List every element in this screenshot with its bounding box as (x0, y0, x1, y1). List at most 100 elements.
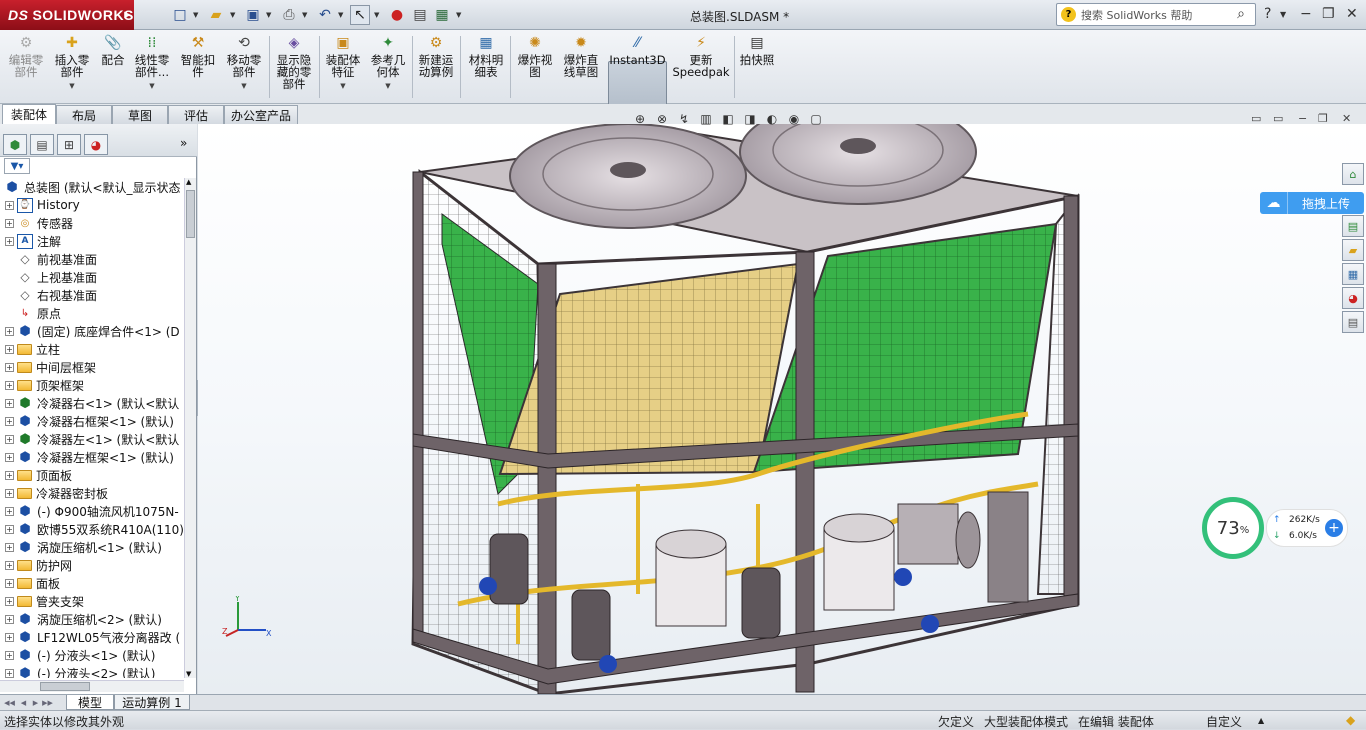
new-motion-study-button[interactable]: ⚙ 新建运 动算例 (414, 34, 458, 100)
tree-expand-icon[interactable]: + (5, 344, 14, 354)
open-folder-icon[interactable]: ▰ (206, 5, 226, 25)
tree-vertical-scrollbar[interactable]: ▲ ▼ (184, 178, 196, 678)
graphics-area[interactable] (198, 124, 1366, 694)
move-component-button[interactable]: ⟲ 移动零 部件 ▼ (222, 34, 266, 100)
undo-icon[interactable]: ↶ (315, 5, 335, 25)
tree-expand-icon[interactable]: + (5, 596, 14, 606)
solidworks-resources-icon[interactable]: ⌂ (1342, 163, 1364, 185)
previous-view-icon[interactable]: ↯ (676, 111, 692, 127)
tree-expand-icon[interactable]: + (5, 650, 14, 660)
tree-expand-icon[interactable]: + (5, 416, 14, 426)
exploded-view-button[interactable]: ✺ 爆炸视 图 (513, 34, 557, 100)
viewport-split-icon[interactable]: ▭ (1273, 112, 1283, 125)
tree-item[interactable]: + ⬢ 冷凝器左<1> (默认<默认 (0, 430, 184, 448)
update-speedpak-button[interactable]: ⚡ 更新 Speedpak (670, 34, 732, 100)
dropdown-arrow-icon[interactable]: ▼ (69, 80, 74, 92)
tree-item[interactable]: + ⬢ 冷凝器左框架<1> (默认) (0, 448, 184, 466)
tree-item[interactable]: + ◎ 传感器 (0, 214, 184, 232)
tree-expand-icon[interactable]: + (5, 398, 14, 408)
next-tab-icon[interactable]: ▶ (30, 696, 41, 709)
help-search-input[interactable]: ? 搜索 SolidWorks 帮助 ⌕ (1056, 3, 1256, 26)
tree-item[interactable]: + A 注解 (0, 232, 184, 250)
tab-model[interactable]: 模型 (66, 695, 114, 710)
tab-assembly[interactable]: 装配体 (2, 104, 56, 124)
help-dropdown-icon[interactable]: ▼ (1280, 10, 1286, 19)
tree-expand-icon[interactable]: + (5, 200, 14, 210)
tree-item[interactable]: + 面板 (0, 574, 184, 592)
tab-motion-study[interactable]: 运动算例 1 (114, 695, 190, 710)
tree-expand-icon[interactable]: + (5, 380, 14, 390)
rebuild-traffic-light-icon[interactable]: ● (387, 5, 407, 25)
tree-item[interactable]: ◇ 右视基准面 (0, 286, 184, 304)
tree-expand-icon[interactable]: + (5, 578, 14, 588)
first-tab-icon[interactable]: ◀◀ (4, 696, 15, 709)
tree-expand-icon[interactable]: + (5, 560, 14, 570)
design-library-icon[interactable]: ▤ (1342, 215, 1364, 237)
tab-evaluate[interactable]: 评估 (168, 105, 224, 124)
tree-item[interactable]: + ⬢ (-) 分液头<1> (默认) (0, 646, 184, 664)
tree-expand-icon[interactable]: + (5, 488, 14, 498)
network-speed-widget[interactable]: 73% ↑ 262K/s ↓ 6.0K/s + (1200, 495, 1352, 561)
display-manager-tab-icon[interactable]: ◕ (84, 134, 108, 155)
reference-geometry-button[interactable]: ✦ 参考几 何体 ▼ (366, 34, 410, 100)
select-pointer-icon[interactable]: ↖ (350, 5, 370, 25)
tree-root[interactable]: ⬢ 总装图 (默认<默认_显示状态 (0, 178, 184, 196)
tree-item[interactable]: + ⬢ 冷凝器右框架<1> (默认) (0, 412, 184, 430)
filter-icon[interactable]: ▼▾ (4, 158, 30, 174)
tab-sketch[interactable]: 草图 (112, 105, 168, 124)
tree-expand-icon[interactable]: + (5, 470, 14, 480)
solidworks-logo[interactable]: DS SOLIDWORKS ▶ (0, 0, 134, 30)
prev-tab-icon[interactable]: ◀ (18, 696, 29, 709)
custom-properties-icon[interactable]: ▤ (1342, 311, 1364, 333)
save-icon[interactable]: ▣ (243, 5, 263, 25)
zoom-area-icon[interactable]: ⊗ (654, 111, 670, 127)
assembly-feature-button[interactable]: ▣ 装配体 特征 ▼ (321, 34, 365, 100)
section-view-icon[interactable]: ▥ (698, 111, 714, 127)
tree-scroll-thumb[interactable] (186, 190, 195, 238)
new-dropdown-icon[interactable]: ▼ (193, 11, 198, 19)
tree-item[interactable]: + ⬢ 涡旋压缩机<1> (默认) (0, 538, 184, 556)
search-icon[interactable]: ⌕ (1237, 6, 1245, 22)
tree-expand-icon[interactable]: + (5, 524, 14, 534)
tree-expand-icon[interactable]: + (5, 326, 14, 336)
tree-item[interactable]: + 冷凝器密封板 (0, 484, 184, 502)
viewport-close-icon[interactable]: ✕ (1342, 112, 1351, 125)
viewport-tile-icon[interactable]: ▭ (1251, 112, 1261, 125)
explode-line-sketch-button[interactable]: ✹ 爆炸直 线草图 (559, 34, 603, 100)
open-dropdown-icon[interactable]: ▼ (230, 11, 235, 19)
mate-button[interactable]: 📎 配合 (96, 34, 130, 100)
units-dropdown-icon[interactable]: ▲ (1258, 716, 1264, 725)
select-dropdown-icon[interactable]: ▼ (374, 11, 379, 19)
show-hidden-button[interactable]: ◈ 显示隐 藏的零 部件 (272, 34, 316, 100)
edit-component-button[interactable]: ⚙ 编辑零 部件 (4, 34, 48, 100)
tree-item[interactable]: + 管夹支架 (0, 592, 184, 610)
tree-item[interactable]: + 防护网 (0, 556, 184, 574)
tree-item[interactable]: + ⬢ LF12WL05气液分离器改 ( (0, 628, 184, 646)
save-dropdown-icon[interactable]: ▼ (266, 11, 271, 19)
print-dropdown-icon[interactable]: ▼ (302, 11, 307, 19)
tree-expand-icon[interactable]: + (5, 218, 14, 228)
feature-manager-tab-icon[interactable]: ⬢ (3, 134, 27, 155)
snapshot-button[interactable]: ▤ 拍快照 (736, 34, 778, 100)
undo-dropdown-icon[interactable]: ▼ (338, 11, 343, 19)
dropdown-arrow-icon[interactable]: ▼ (241, 80, 246, 92)
tree-item[interactable]: + ⬢ (固定) 底座焊合件<1> (D (0, 322, 184, 340)
tree-expand-icon[interactable]: + (5, 362, 14, 372)
new-document-icon[interactable]: □ (170, 5, 190, 25)
viewport-minimize-icon[interactable]: − (1298, 112, 1307, 125)
tree-item[interactable]: + 中间层框架 (0, 358, 184, 376)
tree-horizontal-scrollbar[interactable] (0, 680, 184, 692)
options-icon[interactable]: ▦ (432, 5, 452, 25)
scene-icon[interactable]: ▢ (808, 111, 824, 127)
tree-item[interactable]: + ⬢ 冷凝器右<1> (默认<默认 (0, 394, 184, 412)
tree-expand-icon[interactable]: + (5, 542, 14, 552)
accelerate-plus-icon[interactable]: + (1325, 519, 1343, 537)
appearance-icon[interactable]: ◉ (786, 111, 802, 127)
appearances-scenes-icon[interactable]: ◕ (1342, 287, 1364, 309)
drag-upload-button[interactable]: ☁ 拖拽上传 (1260, 192, 1364, 214)
tree-hscroll-thumb[interactable] (40, 682, 90, 691)
help-menu-icon[interactable]: ? (1264, 6, 1271, 22)
tree-expand-icon[interactable]: + (5, 632, 14, 642)
tree-expand-icon[interactable]: + (5, 452, 14, 462)
last-tab-icon[interactable]: ▶▶ (42, 696, 53, 709)
